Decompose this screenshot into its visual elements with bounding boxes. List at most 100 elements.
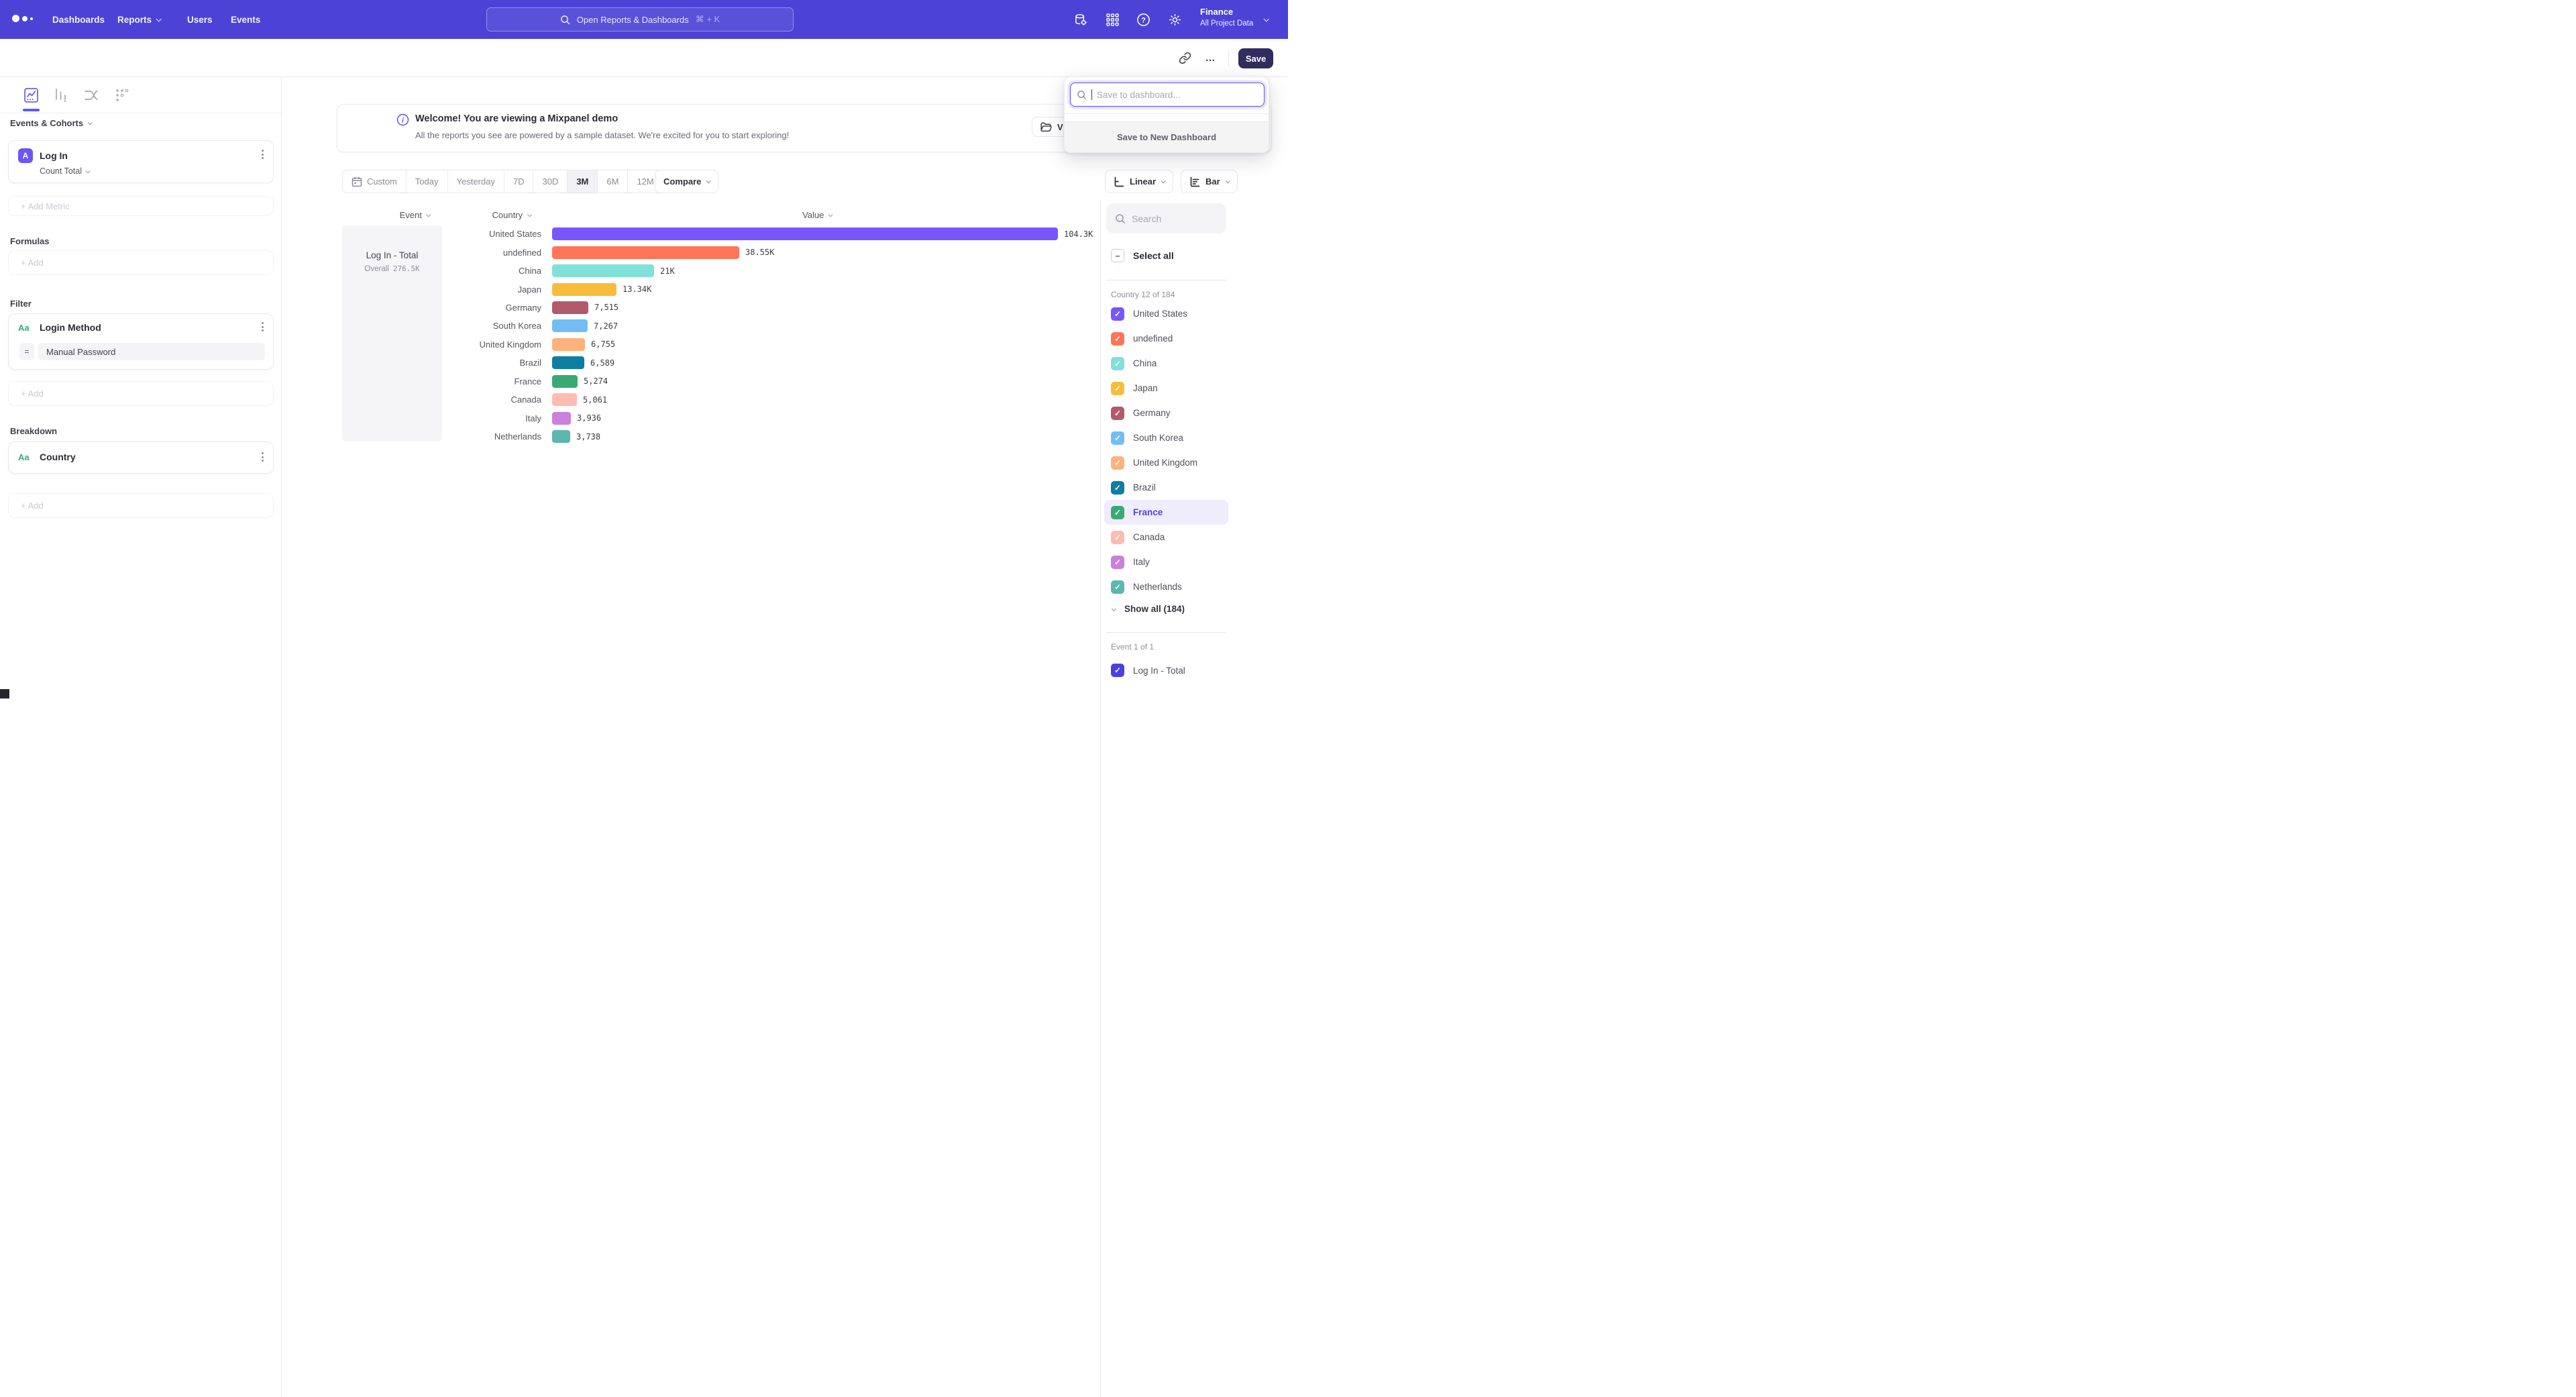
country-item-france[interactable]: ✓France bbox=[1104, 500, 1228, 525]
retention-icon bbox=[115, 89, 129, 102]
filter-property-name[interactable]: Login Method bbox=[40, 322, 101, 333]
add-metric-button[interactable]: + Add Metric bbox=[8, 196, 274, 216]
save-to-dashboard-input[interactable]: Save to dashboard... bbox=[1070, 83, 1265, 107]
country-checkbox[interactable]: ✓ bbox=[1111, 382, 1124, 395]
country-item-canada[interactable]: ✓Canada bbox=[1101, 525, 1232, 550]
section-title: Events & Cohorts bbox=[10, 118, 83, 128]
column-label: Value bbox=[802, 210, 824, 220]
tab-flows[interactable] bbox=[83, 87, 100, 104]
filter-card-login-method[interactable]: Aa Login Method = Manual Password bbox=[8, 313, 274, 370]
metric-card-log-in[interactable]: A Log In Count Total bbox=[8, 140, 274, 183]
tab-funnels[interactable] bbox=[52, 87, 70, 104]
date-range-3m[interactable]: 3M bbox=[568, 170, 598, 193]
country-item-china[interactable]: ✓China bbox=[1101, 351, 1232, 376]
help-icon[interactable]: ? bbox=[1135, 11, 1151, 28]
bar-segment[interactable] bbox=[552, 319, 588, 332]
bar-segment[interactable] bbox=[552, 430, 570, 443]
nav-item-users[interactable]: Users bbox=[187, 0, 213, 39]
country-checkbox[interactable]: ✓ bbox=[1111, 431, 1124, 445]
bar-segment[interactable] bbox=[552, 412, 571, 425]
filter-more-options-icon[interactable] bbox=[262, 322, 264, 331]
date-range-yesterday[interactable]: Yesterday bbox=[448, 170, 504, 193]
mixpanel-logo[interactable] bbox=[12, 15, 33, 22]
scale-label: Linear bbox=[1130, 176, 1156, 187]
breakdown-property-name[interactable]: Country bbox=[40, 452, 76, 462]
workspace-switcher[interactable]: Finance All Project Data bbox=[1200, 7, 1253, 29]
country-checkbox[interactable]: ✓ bbox=[1111, 580, 1124, 594]
country-checkbox[interactable]: ✓ bbox=[1111, 307, 1124, 321]
column-header-country[interactable]: Country bbox=[492, 210, 530, 220]
add-formula-button[interactable]: + Add bbox=[8, 250, 274, 275]
country-checkbox[interactable]: ✓ bbox=[1111, 357, 1124, 370]
country-item-united-states[interactable]: ✓United States bbox=[1101, 301, 1232, 326]
add-filter-button[interactable]: + Add bbox=[8, 381, 274, 406]
scale-selector-button[interactable]: Linear bbox=[1105, 170, 1173, 193]
section-events-cohorts[interactable]: Events & Cohorts bbox=[10, 118, 91, 128]
tab-retention[interactable] bbox=[113, 87, 131, 104]
bar-segment[interactable] bbox=[552, 283, 616, 296]
country-item-brazil[interactable]: ✓Brazil bbox=[1101, 475, 1232, 500]
country-item-undefined[interactable]: ✓ undefined bbox=[1101, 326, 1232, 351]
settings-gear-icon[interactable] bbox=[1167, 11, 1183, 28]
more-options-icon[interactable]: … bbox=[1203, 50, 1218, 65]
data-management-icon[interactable] bbox=[1072, 11, 1088, 28]
segment-search-input[interactable]: Search bbox=[1106, 203, 1226, 234]
country-checkbox[interactable]: ✓ bbox=[1111, 332, 1124, 346]
date-range-label: 12M bbox=[637, 176, 653, 187]
bar-segment[interactable] bbox=[552, 227, 1058, 240]
nav-item-dashboards[interactable]: Dashboards bbox=[52, 0, 105, 39]
breakdown-more-options-icon[interactable] bbox=[262, 452, 264, 462]
country-checkbox[interactable]: ✓ bbox=[1111, 531, 1124, 544]
tab-insights[interactable] bbox=[22, 87, 40, 104]
bar-segment[interactable] bbox=[552, 338, 585, 351]
bar-row-south-korea: South Korea7,267 bbox=[282, 317, 1093, 335]
bar-row-germany: Germany7,515 bbox=[282, 299, 1093, 317]
filter-operator-selector[interactable]: = bbox=[19, 343, 34, 360]
copy-link-icon[interactable] bbox=[1177, 50, 1192, 65]
metric-event-name[interactable]: Log In bbox=[40, 150, 68, 161]
metric-aggregation-selector[interactable]: Count Total bbox=[40, 166, 89, 176]
country-item-united-kingdom[interactable]: ✓United Kingdom bbox=[1101, 450, 1232, 475]
date-range-6m[interactable]: 6M bbox=[598, 170, 628, 193]
bar-segment[interactable] bbox=[552, 393, 577, 406]
country-checkbox[interactable]: ✓ bbox=[1111, 556, 1124, 569]
date-range-today[interactable]: Today bbox=[407, 170, 448, 193]
apps-grid-icon[interactable] bbox=[1104, 11, 1120, 28]
bar-segment[interactable] bbox=[552, 246, 739, 259]
filter-value-selector[interactable]: Manual Password bbox=[38, 343, 265, 360]
country-item-netherlands[interactable]: ✓Netherlands bbox=[1101, 574, 1232, 599]
nav-item-reports[interactable]: Reports bbox=[117, 0, 160, 39]
bar-segment[interactable] bbox=[552, 264, 654, 277]
save-button[interactable]: Save bbox=[1238, 48, 1273, 68]
country-checkbox[interactable]: ✓ bbox=[1111, 407, 1124, 420]
column-header-value[interactable]: Value bbox=[802, 210, 832, 220]
bar-segment[interactable] bbox=[552, 375, 578, 388]
chart-type-button[interactable]: Bar bbox=[1181, 170, 1238, 193]
event-checkbox[interactable]: ✓ bbox=[1111, 664, 1124, 677]
save-to-new-dashboard-button[interactable]: Save to New Dashboard bbox=[1065, 121, 1269, 152]
nav-item-events[interactable]: Events bbox=[231, 0, 260, 39]
country-item-japan[interactable]: ✓Japan bbox=[1101, 376, 1232, 401]
compare-button[interactable]: Compare bbox=[655, 170, 718, 193]
country-checkbox[interactable]: ✓ bbox=[1111, 456, 1124, 470]
event-checkbox-row[interactable]: ✓ Log In - Total bbox=[1111, 664, 1185, 677]
country-checkbox[interactable]: ✓ bbox=[1111, 481, 1124, 495]
country-item-germany[interactable]: ✓Germany bbox=[1101, 401, 1232, 425]
country-checkbox[interactable]: ✓ bbox=[1111, 506, 1124, 519]
country-item-label: undefined bbox=[1133, 333, 1173, 344]
metric-more-options-icon[interactable] bbox=[262, 150, 264, 159]
select-all-row[interactable]: – Select all bbox=[1111, 249, 1174, 262]
global-search-button[interactable]: Open Reports & Dashboards ⌘ + K bbox=[486, 7, 794, 32]
bar-segment[interactable] bbox=[552, 356, 584, 369]
country-item-south-korea[interactable]: ✓South Korea bbox=[1101, 425, 1232, 450]
breakdown-card-country[interactable]: Aa Country bbox=[8, 442, 274, 474]
date-range-custom[interactable]: Custom bbox=[343, 170, 407, 193]
select-all-checkbox-indeterminate[interactable]: – bbox=[1111, 249, 1124, 262]
column-header-event[interactable]: Event bbox=[400, 210, 430, 220]
bar-segment[interactable] bbox=[552, 301, 588, 314]
show-all-button[interactable]: Show all (184) bbox=[1112, 604, 1185, 614]
date-range-30d[interactable]: 30D bbox=[533, 170, 568, 193]
add-breakdown-button[interactable]: + Add bbox=[8, 493, 274, 518]
date-range-7d[interactable]: 7D bbox=[504, 170, 534, 193]
country-item-italy[interactable]: ✓Italy bbox=[1101, 550, 1232, 574]
